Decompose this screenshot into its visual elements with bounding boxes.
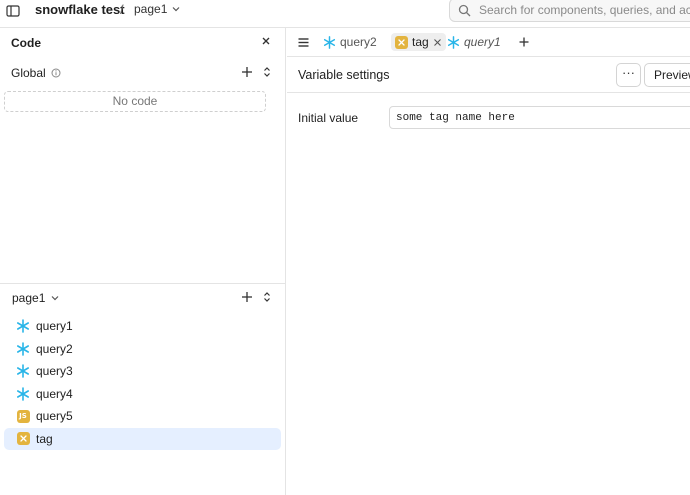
initial-value-label: Initial value (298, 111, 359, 125)
add-tab-icon[interactable] (518, 36, 530, 48)
query-name: query2 (36, 341, 73, 356)
query-item[interactable]: query3 (4, 360, 281, 383)
query-name: query4 (36, 386, 73, 401)
query-item-selected[interactable]: tag (4, 427, 281, 450)
code-panel: Code Global No code page1 query1 query2 … (0, 28, 286, 495)
snowflake-icon (16, 319, 30, 334)
expand-collapse-icon[interactable] (260, 290, 274, 304)
snowflake-icon (16, 341, 30, 356)
search-icon (458, 4, 471, 16)
js-icon: JS (16, 409, 30, 423)
search-box[interactable] (449, 0, 690, 22)
snowflake-icon (323, 35, 336, 49)
panel-title: Code (11, 36, 41, 50)
app-name[interactable]: snowflake test (35, 2, 125, 17)
chevron-down-icon (172, 7, 180, 12)
global-label: Global (11, 66, 46, 80)
query-name: tag (36, 431, 53, 446)
add-global-icon[interactable] (240, 65, 254, 79)
page-name: page1 (134, 2, 168, 16)
info-icon[interactable] (51, 68, 61, 78)
breadcrumb-separator: / (120, 2, 124, 17)
page-section-label: page1 (12, 291, 46, 305)
top-bar: snowflake test / page1 (0, 0, 690, 28)
query-item[interactable]: JS query5 (4, 405, 281, 428)
tab-label: tag (412, 35, 429, 49)
query-item[interactable]: query2 (4, 338, 281, 361)
search-input[interactable] (479, 3, 690, 17)
preview-button[interactable]: Preview (644, 63, 690, 87)
query-list: query1 query2 query3 query4 JS query5 ta… (4, 315, 281, 450)
add-query-icon[interactable] (240, 290, 254, 304)
sidebar-toggle-icon[interactable] (6, 4, 20, 18)
query-item[interactable]: query1 (4, 315, 281, 338)
close-tab-icon[interactable] (433, 38, 442, 47)
tab-tag[interactable]: tag (391, 33, 446, 51)
more-options-button[interactable]: ··· (616, 63, 641, 87)
variable-icon (395, 35, 408, 49)
page-section-selector[interactable]: page1 (12, 291, 60, 305)
expand-collapse-icon[interactable] (260, 65, 274, 79)
query-name: query1 (36, 319, 73, 334)
tab-query1[interactable]: query1 (443, 33, 505, 51)
snowflake-icon (16, 386, 30, 401)
query-item[interactable]: query4 (4, 383, 281, 406)
js-badge: JS (16, 409, 30, 423)
tab-label: query1 (464, 35, 501, 49)
variable-icon (16, 432, 30, 446)
global-section-header: Global (11, 66, 61, 80)
settings-title: Variable settings (298, 68, 390, 82)
no-code-placeholder: No code (4, 91, 266, 112)
tab-bar: query2 tag query1 (287, 28, 690, 57)
query-name: query3 (36, 364, 73, 379)
query-name: query5 (36, 409, 73, 424)
tab-label: query2 (340, 35, 377, 49)
tab-query2[interactable]: query2 (319, 33, 381, 51)
close-icon[interactable] (260, 35, 272, 47)
initial-value-input[interactable] (389, 106, 690, 129)
snowflake-icon (16, 364, 30, 379)
divider (0, 283, 286, 284)
chevron-down-icon (51, 296, 59, 301)
page-selector[interactable]: page1 (134, 2, 181, 16)
snowflake-icon (447, 35, 460, 49)
menu-icon[interactable] (297, 36, 310, 49)
settings-header: Variable settings ··· Preview (287, 57, 690, 93)
